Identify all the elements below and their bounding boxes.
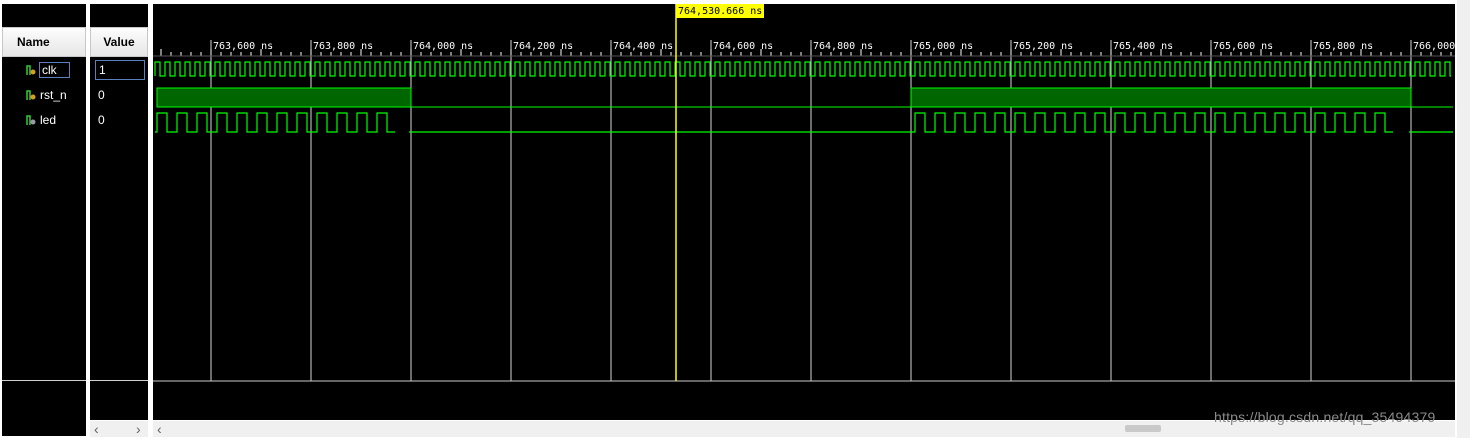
chevron-left-icon[interactable]: ‹ <box>94 422 99 436</box>
watermark-text: https://blog.csdn.net/qq_35494379 <box>1214 409 1436 425</box>
bit-signal-icon <box>26 114 36 126</box>
time-axis-label: 764,200 ns <box>513 41 573 52</box>
chevron-right-icon[interactable]: › <box>136 422 141 436</box>
time-axis-label: 765,600 ns <box>1213 41 1273 52</box>
rst-n-high-segment <box>156 87 412 108</box>
vertical-scrollbar[interactable] <box>1457 0 1470 438</box>
time-axis-label: 764,600 ns <box>713 41 773 52</box>
signal-row-rst-n[interactable]: rst_n <box>26 85 67 105</box>
clk-waveform <box>154 61 1451 77</box>
time-axis-label: 764,000 ns <box>413 41 473 52</box>
scrollbar-thumb[interactable] <box>1125 425 1161 432</box>
signal-value-clk: 1 <box>95 60 145 80</box>
waveform-canvas[interactable]: 763,600 ns 763,800 ns 764,000 ns 764,200 ns… <box>153 4 1455 420</box>
signal-name-led: led <box>40 113 57 127</box>
time-axis-label: 766,000 <box>1413 41 1455 52</box>
time-axis-label: 763,600 ns <box>213 41 273 52</box>
time-axis-label: 764,800 ns <box>813 41 873 52</box>
value-panel-separator <box>90 380 148 381</box>
time-axis-label: 765,000 ns <box>913 41 973 52</box>
time-axis-label: 765,800 ns <box>1313 41 1373 52</box>
time-axis-label: 763,800 ns <box>313 41 373 52</box>
signal-value-led: 0 <box>98 113 105 127</box>
bit-signal-icon <box>26 64 36 76</box>
chevron-left-icon[interactable]: ‹ <box>157 422 162 436</box>
led-waveform <box>155 112 395 133</box>
name-column-label: Name <box>17 35 50 49</box>
bit-signal-icon <box>26 89 36 101</box>
time-axis-label: 765,400 ns <box>1113 41 1173 52</box>
signal-row-led[interactable]: led <box>26 110 56 130</box>
time-axis-label: 765,200 ns <box>1013 41 1073 52</box>
rst-n-high-segment <box>910 87 1412 108</box>
value-column-label: Value <box>103 35 135 49</box>
name-panel-separator <box>2 380 86 381</box>
signal-row-clk[interactable]: clk <box>26 60 70 80</box>
value-column-header[interactable]: Value <box>90 27 148 57</box>
time-cursor-label: 764,530.666 ns <box>678 6 762 17</box>
signal-value-rst-n: 0 <box>98 88 105 102</box>
signal-name-rst-n: rst_n <box>40 88 67 102</box>
value-horizontal-scrollbar[interactable]: ‹ › <box>90 421 148 437</box>
name-column-header[interactable]: Name <box>2 27 86 57</box>
led-waveform <box>913 112 1393 133</box>
signal-name-clk: clk <box>39 62 70 78</box>
time-axis-label: 764,400 ns <box>613 41 673 52</box>
